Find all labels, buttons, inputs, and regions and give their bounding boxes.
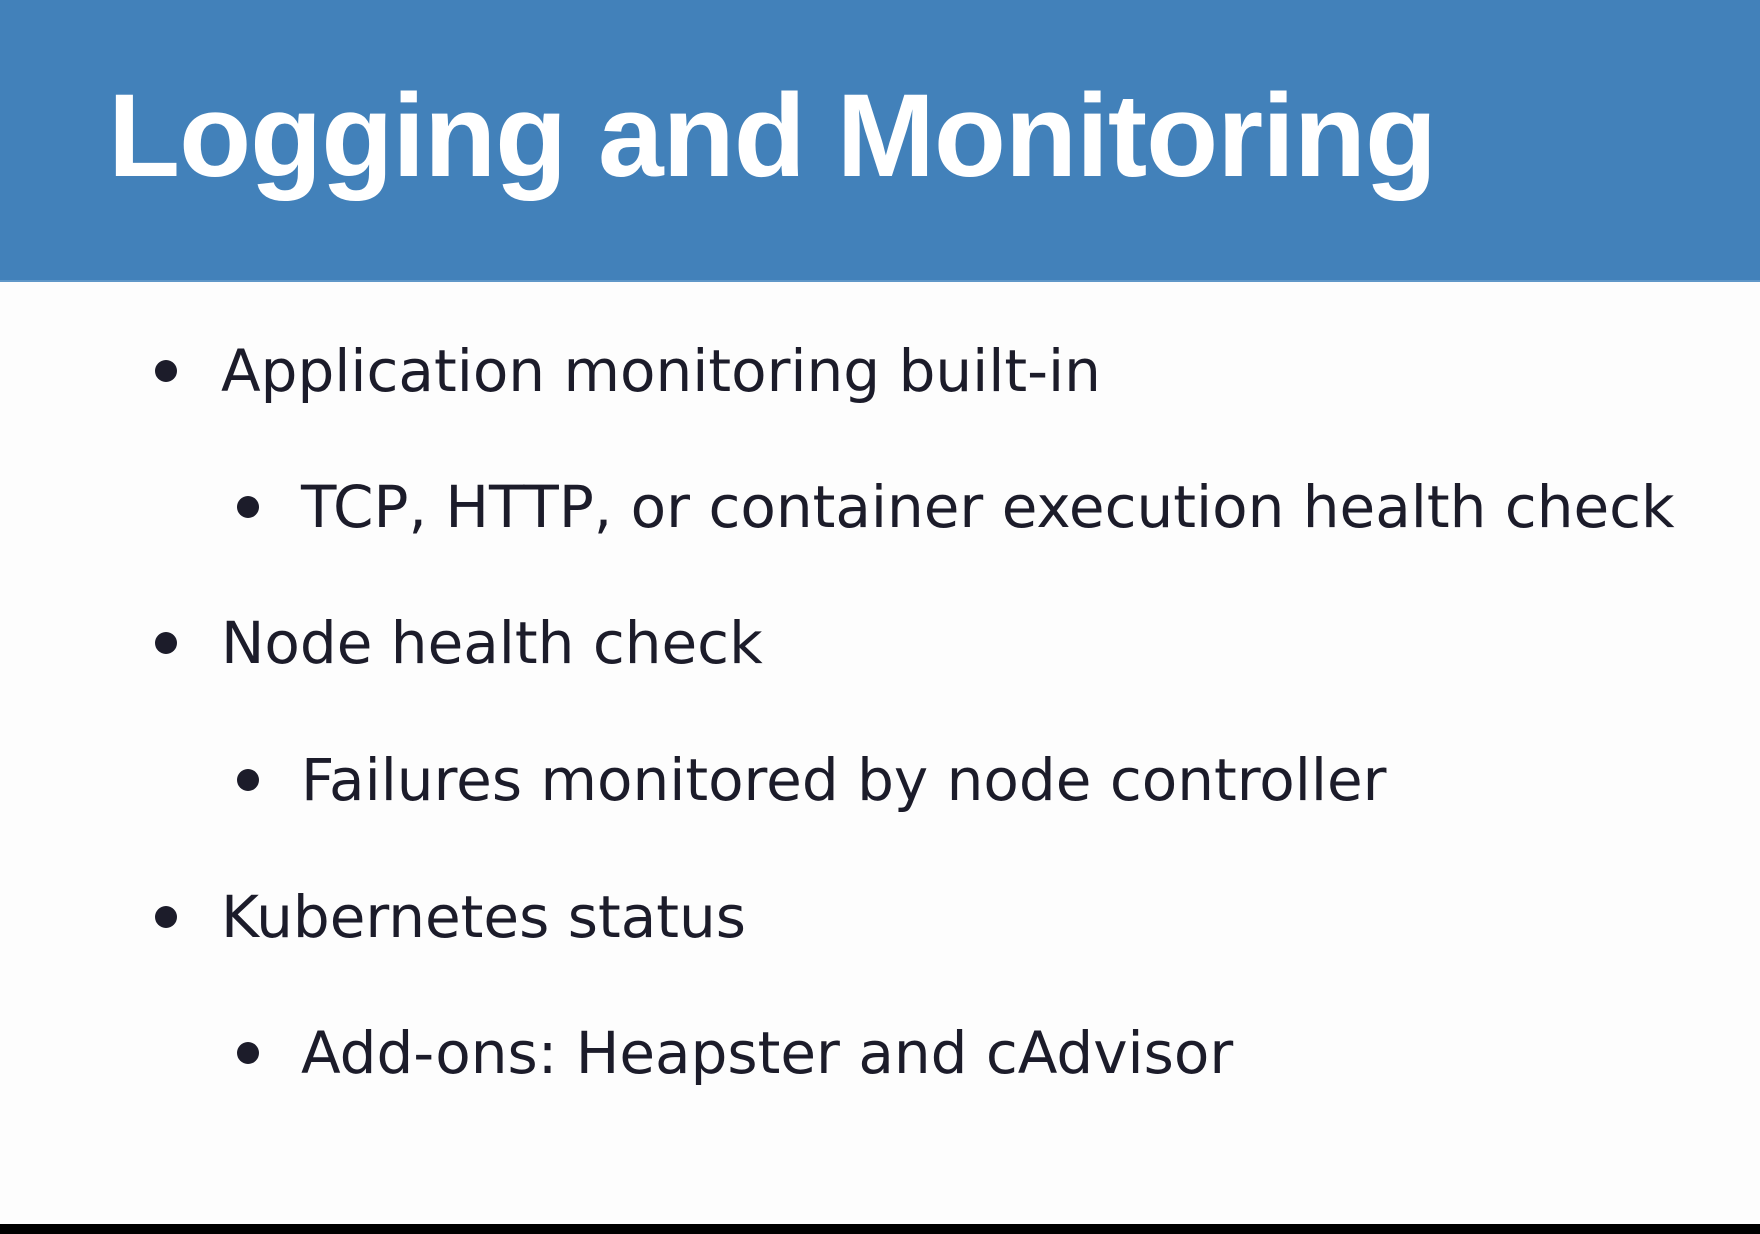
bullet-text: Application monitoring built-in <box>221 337 1101 405</box>
sub-bullet-text: TCP, HTTP, or container execution health… <box>301 473 1675 541</box>
sub-bullet-item: TCP, HTTP, or container execution health… <box>237 472 1675 542</box>
bullet-text: Node health check <box>221 609 763 677</box>
sub-bullet-item: Add-ons: Heapster and cAdvisor <box>237 1018 1233 1088</box>
bullet-dot-icon <box>237 769 259 791</box>
bullet-item: Node health check <box>155 608 763 678</box>
bottom-letterbox-bar <box>0 1224 1760 1234</box>
bullet-item: Kubernetes status <box>155 882 746 952</box>
bullet-item: Application monitoring built-in <box>155 336 1101 406</box>
bullet-dot-icon <box>155 360 177 382</box>
slide: Logging and Monitoring Application monit… <box>0 0 1760 1224</box>
bullet-dot-icon <box>155 906 177 928</box>
bullet-text: Kubernetes status <box>221 883 746 951</box>
bullet-dot-icon <box>155 632 177 654</box>
bullet-dot-icon <box>237 1042 259 1064</box>
sub-bullet-item: Failures monitored by node controller <box>237 745 1387 815</box>
sub-bullet-text: Failures monitored by node controller <box>301 746 1387 814</box>
title-banner: Logging and Monitoring <box>0 0 1760 282</box>
bullet-dot-icon <box>237 496 259 518</box>
sub-bullet-text: Add-ons: Heapster and cAdvisor <box>301 1019 1234 1087</box>
slide-title: Logging and Monitoring <box>108 70 1437 202</box>
